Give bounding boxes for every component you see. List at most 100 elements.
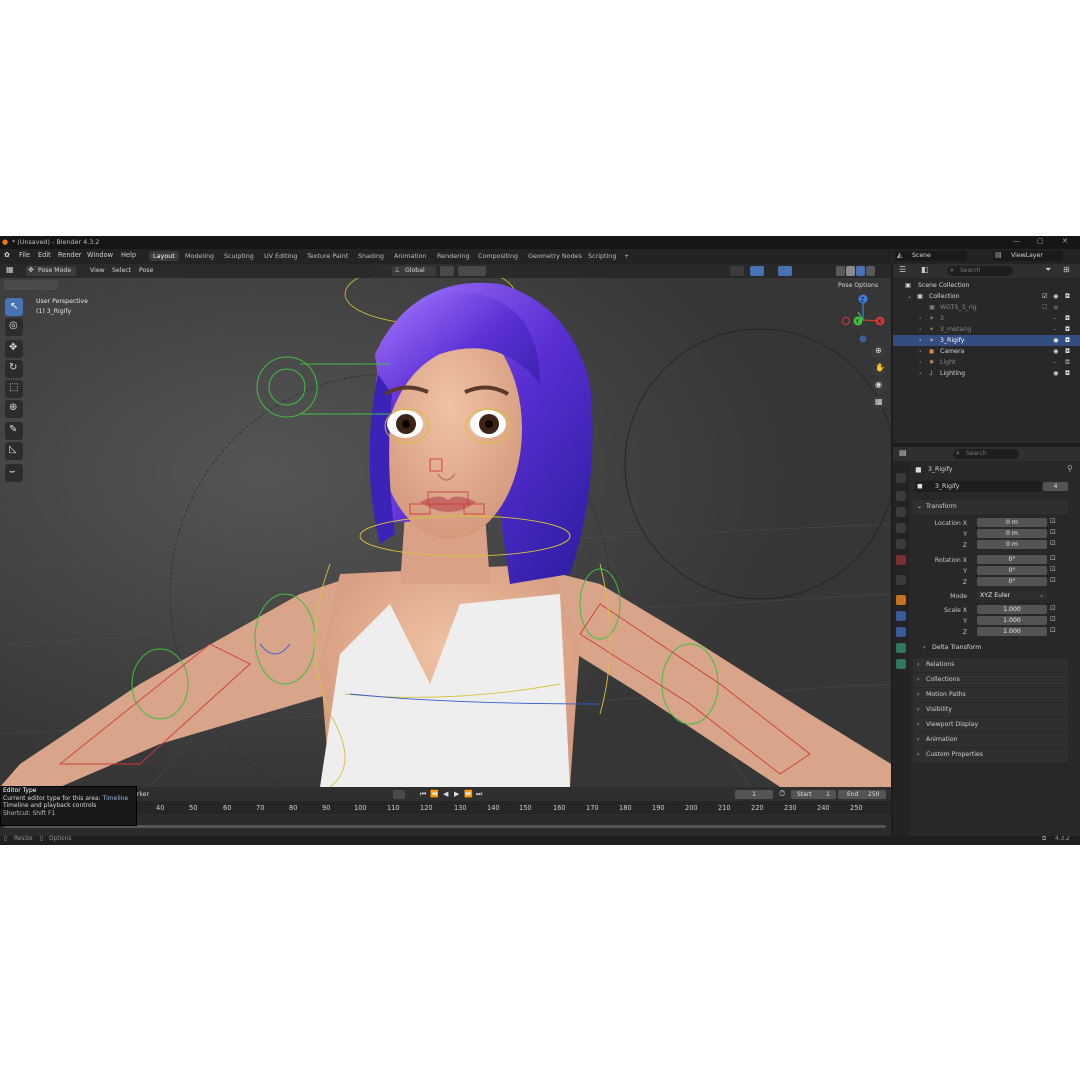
- render-camera-icon[interactable]: ◘: [1065, 346, 1070, 357]
- overlay-toggle-button[interactable]: [730, 266, 744, 276]
- outliner-scene-collection[interactable]: ▣ Scene Collection: [893, 280, 1080, 291]
- location-y-field[interactable]: 0 m: [977, 529, 1047, 538]
- tab-scripting[interactable]: Scripting: [584, 251, 620, 261]
- play-button[interactable]: ▶: [454, 790, 459, 798]
- visibility-eye-icon[interactable]: ⌣: [1053, 324, 1057, 335]
- jump-keyframe-forward-button[interactable]: ⏩: [464, 790, 473, 798]
- outliner-row-light[interactable]: › ✹ Light ⌣ ◘: [893, 357, 1080, 368]
- menu-pose[interactable]: Pose: [139, 267, 153, 274]
- object-constraint-tab-icon[interactable]: [896, 643, 906, 653]
- outliner-row-metarig[interactable]: › ✶ 3_metarig ⌣ ◘: [893, 324, 1080, 335]
- visibility-eye-icon[interactable]: ⌣: [1053, 313, 1057, 324]
- view-layer-selector[interactable]: ▤ ViewLayer: [993, 251, 1063, 261]
- expand-arrow-icon[interactable]: ›: [919, 313, 921, 324]
- render-camera-icon[interactable]: ◘: [1065, 335, 1070, 346]
- expand-arrow-icon[interactable]: ›: [919, 368, 921, 379]
- scale-x-field[interactable]: 1.000: [977, 605, 1047, 614]
- properties-editor-type-icon[interactable]: ▤: [899, 448, 907, 457]
- lock-icon[interactable]: ⊡: [1050, 517, 1056, 525]
- outliner-search-field[interactable]: ⌕ Search: [947, 266, 1013, 276]
- rotation-mode-dropdown[interactable]: XYZ Euler ⌄: [977, 591, 1047, 600]
- menu-view[interactable]: View: [90, 267, 105, 274]
- outliner-editor[interactable]: ☰ ◧ ⌕ Search ⏷ ⊞ ▣ Scene Collection ⌄ ▣ …: [893, 264, 1080, 443]
- viewport-scene[interactable]: [0, 264, 891, 787]
- location-z-field[interactable]: 0 m: [977, 540, 1047, 549]
- measure-tool[interactable]: ◺: [5, 442, 23, 460]
- rendered-shading-button[interactable]: [866, 266, 875, 276]
- outliner-row-lighting[interactable]: › ⅃ Lighting ◉ ◘: [893, 368, 1080, 379]
- scale-tool[interactable]: ⬚: [5, 380, 23, 398]
- lock-icon[interactable]: ⊡: [1050, 554, 1056, 562]
- editor-type-icon[interactable]: ▦: [6, 265, 14, 274]
- outliner-row-3-rigify[interactable]: › ✶ 3_Rigify ◉ ◘: [893, 335, 1080, 346]
- outliner-row-3[interactable]: › ✶ 3 ⌣ ◘: [893, 313, 1080, 324]
- object-name-field[interactable]: ◼ 3_Rigify: [915, 481, 1041, 492]
- visibility-eye-icon[interactable]: ⌣: [1053, 357, 1057, 368]
- outliner-row-wgts[interactable]: ▣ WGTS_3_rig ☐ ◉: [893, 302, 1080, 313]
- mode-selector[interactable]: ✥ Pose Mode: [26, 266, 76, 276]
- lock-icon[interactable]: ⊡: [1050, 528, 1056, 536]
- menu-file[interactable]: File: [19, 251, 30, 259]
- end-frame-field[interactable]: End 250: [838, 790, 886, 799]
- visibility-eye-icon[interactable]: ◉: [1053, 302, 1058, 313]
- location-x-field[interactable]: 0 m: [977, 518, 1047, 527]
- jump-keyframe-back-button[interactable]: ⏪: [430, 790, 439, 798]
- minimize-button[interactable]: —: [1013, 237, 1020, 245]
- display-mode-icon[interactable]: ◧: [921, 265, 929, 274]
- lock-icon[interactable]: ⊡: [1050, 604, 1056, 612]
- expand-arrow-icon[interactable]: ›: [919, 335, 921, 346]
- pose-options-button[interactable]: Pose Options: [838, 282, 878, 289]
- expand-arrow-icon[interactable]: ›: [919, 357, 921, 368]
- menu-select[interactable]: Select: [112, 267, 131, 274]
- gizmo-toggle-button[interactable]: [750, 266, 764, 276]
- render-camera-icon[interactable]: ◘: [1065, 291, 1070, 302]
- visibility-panel-header[interactable]: › Visibility: [913, 703, 1068, 717]
- auto-keying-button[interactable]: [393, 790, 405, 799]
- play-reverse-button[interactable]: ◀: [443, 790, 448, 798]
- annotate-tool[interactable]: ✎: [5, 422, 23, 440]
- render-camera-icon[interactable]: ◘: [1065, 313, 1070, 324]
- cursor-tool[interactable]: ◎: [5, 318, 23, 336]
- outliner-row-collection[interactable]: ⌄ ▣ Collection ☑ ◉ ◘: [893, 291, 1080, 302]
- lock-icon[interactable]: ⊡: [1050, 576, 1056, 584]
- expand-arrow-icon[interactable]: ⌄: [907, 291, 912, 302]
- properties-editor[interactable]: ▤ ⌕ Search ◼ 3_Rigify ⚲ ◼ 3_Rigify 4 ⌄ T…: [893, 447, 1080, 836]
- delta-transform-subpanel[interactable]: › Delta Transform: [923, 642, 1068, 654]
- visibility-eye-icon[interactable]: ◉: [1053, 291, 1058, 302]
- move-tool[interactable]: ✥: [5, 340, 23, 358]
- view-layer-tab-icon[interactable]: [896, 523, 906, 533]
- pan-view-button[interactable]: ✋: [872, 362, 886, 376]
- render-tab-icon[interactable]: [896, 491, 906, 501]
- tab-texture-paint[interactable]: Texture Paint: [303, 251, 352, 261]
- menu-window[interactable]: Window: [87, 251, 113, 259]
- close-button[interactable]: ✕: [1062, 237, 1068, 245]
- tab-shading[interactable]: Shading: [354, 251, 388, 261]
- menu-edit[interactable]: Edit: [38, 251, 51, 259]
- menu-help[interactable]: Help: [121, 251, 136, 259]
- outliner-editor-type-icon[interactable]: ☰: [899, 265, 906, 274]
- exclude-checkbox[interactable]: ☑: [1042, 291, 1048, 302]
- relax-pose-tool[interactable]: ⌣: [5, 464, 23, 482]
- xray-toggle-button[interactable]: [778, 266, 792, 276]
- output-tab-icon[interactable]: [896, 507, 906, 517]
- navigation-gizmo[interactable]: Z X Y: [838, 292, 888, 344]
- pivot-button[interactable]: [440, 266, 454, 276]
- jump-start-button[interactable]: ⏮: [420, 790, 426, 799]
- tab-sculpting[interactable]: Sculpting: [220, 251, 258, 261]
- camera-view-button[interactable]: ◉: [872, 379, 886, 393]
- filter-icon[interactable]: ⏷: [1045, 265, 1051, 275]
- ortho-toggle-button[interactable]: ▦: [872, 396, 886, 410]
- tab-animation[interactable]: Animation: [390, 251, 431, 261]
- expand-arrow-icon[interactable]: ›: [919, 324, 921, 335]
- scene-selector[interactable]: ◭ Scene: [895, 251, 967, 261]
- blender-menu-icon[interactable]: ✿: [4, 251, 10, 259]
- visibility-eye-icon[interactable]: ◉: [1053, 368, 1058, 379]
- collections-panel-header[interactable]: › Collections: [913, 673, 1068, 687]
- wireframe-shading-button[interactable]: [836, 266, 845, 276]
- jump-end-button[interactable]: ⏭: [476, 790, 482, 799]
- tab-modeling[interactable]: Modeling: [181, 251, 218, 261]
- expand-arrow-icon[interactable]: ›: [919, 346, 921, 357]
- pin-icon[interactable]: ⚲: [1067, 464, 1073, 473]
- world-tab-icon[interactable]: [896, 555, 906, 565]
- viewport-display-panel-header[interactable]: › Viewport Display: [913, 718, 1068, 732]
